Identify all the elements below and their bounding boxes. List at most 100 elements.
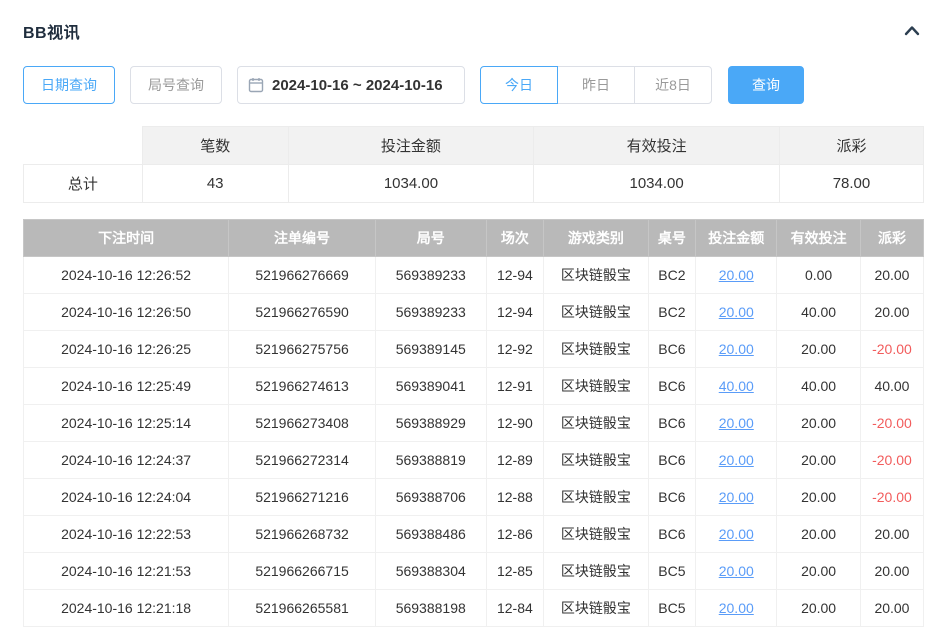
cell-payout: 20.00: [860, 590, 923, 627]
cell-bet: 20.00: [696, 553, 777, 590]
cell-table-no: BC6: [648, 368, 696, 405]
cell-session: 12-86: [486, 516, 544, 553]
table-row: 2024-10-16 12:26:50521966276590569389233…: [24, 294, 924, 331]
table-row: 2024-10-16 12:22:53521966268732569388486…: [24, 516, 924, 553]
cell-table-no: BC2: [648, 257, 696, 294]
cell-order-id: 521966272314: [229, 442, 376, 479]
bet-amount-link[interactable]: 20.00: [719, 415, 754, 431]
cell-game: 区块链骰宝: [544, 516, 648, 553]
header-game-type: 游戏类别: [544, 220, 648, 257]
cell-order-id: 521966268732: [229, 516, 376, 553]
cell-game: 区块链骰宝: [544, 553, 648, 590]
bet-table-body: 2024-10-16 12:26:52521966276669569389233…: [24, 257, 924, 627]
cell-bet: 20.00: [696, 516, 777, 553]
cell-order-id: 521966265581: [229, 590, 376, 627]
summary-header-blank: [24, 127, 143, 165]
cell-payout: 20.00: [860, 294, 923, 331]
panel-header: BB视讯: [23, 14, 924, 48]
summary-total-payout: 78.00: [779, 165, 923, 203]
bet-amount-link[interactable]: 20.00: [719, 600, 754, 616]
cell-session: 12-90: [486, 405, 544, 442]
summary-header-count: 笔数: [142, 127, 288, 165]
table-header-row: 下注时间 注单编号 局号 场次 游戏类别 桌号 投注金额 有效投注 派彩: [24, 220, 924, 257]
cell-game: 区块链骰宝: [544, 294, 648, 331]
cell-valid: 40.00: [777, 294, 861, 331]
cell-payout: -20.00: [860, 479, 923, 516]
bet-amount-link[interactable]: 20.00: [719, 341, 754, 357]
summary-header-row: 笔数 投注金额 有效投注 派彩: [24, 127, 924, 165]
cell-table-no: BC5: [648, 590, 696, 627]
bet-amount-link[interactable]: 20.00: [719, 267, 754, 283]
cell-table-no: BC2: [648, 294, 696, 331]
cell-table-no: BC6: [648, 442, 696, 479]
cell-valid: 40.00: [777, 368, 861, 405]
summary-total-row: 总计 43 1034.00 1034.00 78.00: [24, 165, 924, 203]
cell-payout: -20.00: [860, 405, 923, 442]
cell-session: 12-94: [486, 294, 544, 331]
cell-time: 2024-10-16 12:25:14: [24, 405, 229, 442]
cell-round-id: 569388486: [375, 516, 486, 553]
bet-amount-link[interactable]: 20.00: [719, 563, 754, 579]
cell-round-id: 569389041: [375, 368, 486, 405]
cell-bet: 20.00: [696, 331, 777, 368]
summary-header-payout: 派彩: [779, 127, 923, 165]
cell-valid: 20.00: [777, 405, 861, 442]
collapse-toggle[interactable]: [900, 20, 924, 43]
header-valid-bet: 有效投注: [777, 220, 861, 257]
cell-session: 12-94: [486, 257, 544, 294]
cell-valid: 0.00: [777, 257, 861, 294]
last-8-days-button[interactable]: 近8日: [634, 66, 712, 104]
round-query-tab[interactable]: 局号查询: [130, 66, 222, 104]
cell-round-id: 569388819: [375, 442, 486, 479]
header-bet-time: 下注时间: [24, 220, 229, 257]
header-payout: 派彩: [860, 220, 923, 257]
cell-game: 区块链骰宝: [544, 257, 648, 294]
summary-table: 笔数 投注金额 有效投注 派彩 总计 43 1034.00 1034.00 78…: [23, 126, 924, 203]
bet-amount-link[interactable]: 20.00: [719, 489, 754, 505]
cell-round-id: 569389145: [375, 331, 486, 368]
filter-bar: 日期查询 局号查询 2024-10-16 ~ 2024-10-16 今日 昨日 …: [23, 66, 924, 104]
cell-payout: 40.00: [860, 368, 923, 405]
cell-valid: 20.00: [777, 442, 861, 479]
table-row: 2024-10-16 12:24:37521966272314569388819…: [24, 442, 924, 479]
search-button[interactable]: 查询: [728, 66, 804, 104]
bet-amount-link[interactable]: 40.00: [719, 378, 754, 394]
cell-round-id: 569388929: [375, 405, 486, 442]
table-row: 2024-10-16 12:25:49521966274613569389041…: [24, 368, 924, 405]
summary-total-valid-bet: 1034.00: [534, 165, 780, 203]
today-button[interactable]: 今日: [480, 66, 558, 104]
cell-round-id: 569388706: [375, 479, 486, 516]
bet-records-table: 下注时间 注单编号 局号 场次 游戏类别 桌号 投注金额 有效投注 派彩 202…: [23, 219, 924, 627]
cell-payout: 20.00: [860, 516, 923, 553]
cell-game: 区块链骰宝: [544, 479, 648, 516]
table-row: 2024-10-16 12:21:53521966266715569388304…: [24, 553, 924, 590]
cell-payout: 20.00: [860, 553, 923, 590]
cell-time: 2024-10-16 12:26:25: [24, 331, 229, 368]
yesterday-button[interactable]: 昨日: [557, 66, 635, 104]
date-range-input[interactable]: 2024-10-16 ~ 2024-10-16: [237, 66, 465, 104]
cell-time: 2024-10-16 12:21:53: [24, 553, 229, 590]
summary-header-bet-amount: 投注金额: [288, 127, 534, 165]
cell-order-id: 521966276669: [229, 257, 376, 294]
header-round-id: 局号: [375, 220, 486, 257]
cell-time: 2024-10-16 12:26:52: [24, 257, 229, 294]
date-query-tab[interactable]: 日期查询: [23, 66, 115, 104]
cell-session: 12-89: [486, 442, 544, 479]
bet-amount-link[interactable]: 20.00: [719, 304, 754, 320]
cell-table-no: BC5: [648, 553, 696, 590]
cell-time: 2024-10-16 12:26:50: [24, 294, 229, 331]
cell-bet: 40.00: [696, 368, 777, 405]
bet-amount-link[interactable]: 20.00: [719, 452, 754, 468]
cell-game: 区块链骰宝: [544, 442, 648, 479]
cell-game: 区块链骰宝: [544, 368, 648, 405]
cell-time: 2024-10-16 12:22:53: [24, 516, 229, 553]
date-range-value: 2024-10-16 ~ 2024-10-16: [272, 77, 443, 94]
bet-amount-link[interactable]: 20.00: [719, 526, 754, 542]
summary-total-label: 总计: [24, 165, 143, 203]
cell-payout: -20.00: [860, 331, 923, 368]
cell-round-id: 569389233: [375, 294, 486, 331]
cell-order-id: 521966275756: [229, 331, 376, 368]
bb-video-panel: BB视讯 日期查询 局号查询 2024-10-16 ~ 2024-10-16 今…: [0, 0, 947, 627]
cell-order-id: 521966266715: [229, 553, 376, 590]
cell-table-no: BC6: [648, 405, 696, 442]
